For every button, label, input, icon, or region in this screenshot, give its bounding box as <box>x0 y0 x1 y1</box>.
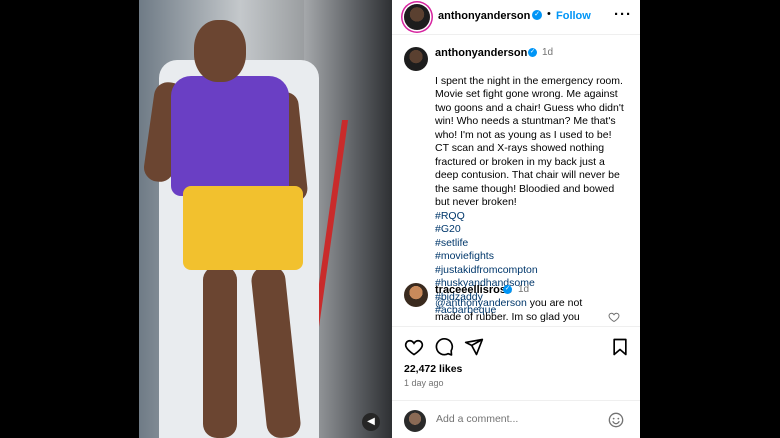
action-bar: 22,472 likes 1 day ago <box>392 326 640 397</box>
commenter-avatar[interactable] <box>404 283 428 307</box>
follow-button[interactable]: Follow <box>556 10 591 22</box>
person-leg <box>203 266 237 438</box>
heart-outline-icon[interactable] <box>404 337 424 357</box>
comment-text: @anthonyanderson you are not made of rub… <box>435 297 595 324</box>
comment-input[interactable] <box>436 413 586 425</box>
header-username[interactable]: anthonyanderson <box>438 10 530 22</box>
verified-badge-icon: ✓ <box>528 48 537 57</box>
comments-section[interactable]: anthonyanderson ✓ 1d I spent the night i… <box>392 35 640 325</box>
caption-body: I spent the night in the emergency room.… <box>435 74 624 209</box>
instagram-post-modal: ◀ anthonyanderson ✓ • Follow ··· anthony… <box>139 0 640 438</box>
comment-icon[interactable] <box>434 337 454 357</box>
hashtag[interactable]: #justakidfromcompton <box>435 264 538 276</box>
add-comment-bar <box>392 400 640 438</box>
separator-dot: • <box>547 8 551 20</box>
caption-username[interactable]: anthonyanderson <box>435 47 527 59</box>
post-header: anthonyanderson ✓ • Follow ··· <box>392 0 640 35</box>
avatar[interactable] <box>404 4 430 30</box>
verified-badge-icon: ✓ <box>532 10 542 20</box>
hashtag[interactable]: #moviefights <box>435 250 494 262</box>
hashtag[interactable]: #G20 <box>435 223 461 235</box>
person-head <box>194 20 246 82</box>
share-icon[interactable] <box>464 337 484 357</box>
current-user-avatar <box>404 410 426 432</box>
post-sidebar: anthonyanderson ✓ • Follow ··· anthonyan… <box>392 0 640 438</box>
caption-text: I spent the night in the emergency room.… <box>435 61 625 318</box>
comment-username[interactable]: traceeellisross <box>435 284 512 296</box>
caption-avatar[interactable] <box>404 47 428 71</box>
hashtag[interactable]: #RQQ <box>435 210 465 222</box>
speaker-muted-icon[interactable]: ◀ <box>362 413 380 431</box>
comment-time: 1d <box>518 284 530 295</box>
bookmark-icon[interactable] <box>610 337 630 357</box>
verified-badge-icon: ✓ <box>503 285 512 294</box>
hashtag[interactable]: #setlife <box>435 237 468 249</box>
purple-shirt <box>171 76 289 196</box>
yellow-shorts <box>183 186 303 270</box>
post-video[interactable]: ◀ <box>139 0 392 438</box>
mention-link[interactable]: @anthonyanderson <box>435 297 527 309</box>
post-timestamp: 1 day ago <box>404 378 444 388</box>
caption-time: 1d <box>542 47 554 58</box>
heart-outline-icon[interactable] <box>608 311 620 323</box>
more-options-icon[interactable]: ··· <box>614 6 632 23</box>
likes-count[interactable]: 22,472 likes <box>404 363 462 375</box>
emoji-icon[interactable] <box>608 412 624 428</box>
